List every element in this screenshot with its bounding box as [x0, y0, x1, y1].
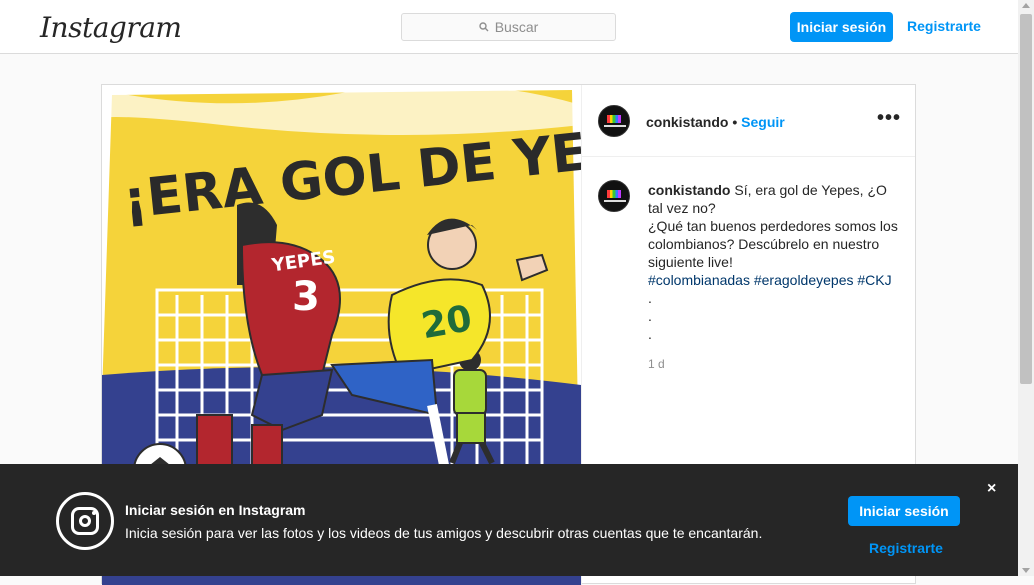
page-scrollbar[interactable] [1018, 0, 1034, 576]
search-icon [479, 22, 489, 32]
avatar-logo-icon [607, 190, 621, 198]
banner-register-link[interactable]: Registrarte [869, 540, 943, 556]
caption-dot: . [648, 308, 652, 324]
yellow-jersey-number: 20 [418, 298, 474, 347]
avatar[interactable] [598, 105, 630, 137]
scroll-up-arrow-icon[interactable] [1022, 3, 1030, 8]
red-jersey-number: 3 [292, 274, 320, 320]
scroll-thumb[interactable] [1020, 14, 1032, 384]
register-link[interactable]: Registrarte [907, 18, 981, 34]
search-input[interactable]: Buscar [401, 13, 616, 41]
caption-dot: . [648, 326, 652, 342]
follow-button[interactable]: Seguir [741, 114, 785, 130]
camera-dot-shape [92, 511, 96, 515]
avatar-text-line [604, 125, 626, 127]
camera-lens-shape [79, 515, 91, 527]
more-horizontal-icon[interactable]: ••• [877, 107, 901, 130]
avatar-text-line [604, 200, 626, 202]
post-caption: conkistando Sí, era gol de Yepes, ¿O tal… [648, 181, 898, 343]
top-navigation-bar: Instagram Buscar Iniciar sesión Registra… [0, 0, 1018, 54]
banner-login-button[interactable]: Iniciar sesión [848, 496, 960, 526]
post-timestamp[interactable]: 1 d [648, 357, 665, 371]
caption-username[interactable]: conkistando [648, 182, 730, 198]
close-icon[interactable]: × [987, 480, 996, 498]
caption-avatar[interactable] [598, 180, 630, 212]
search-placeholder: Buscar [494, 19, 539, 35]
scroll-down-arrow-icon[interactable] [1022, 568, 1030, 573]
banner-title: Iniciar sesión en Instagram [125, 502, 306, 518]
caption-line-2: ¿Qué tan buenos perdedores somos los col… [648, 218, 898, 270]
login-banner: Iniciar sesión en Instagram Inicia sesió… [0, 464, 1018, 576]
post-username: conkistando • Seguir [646, 114, 785, 130]
instagram-camera-icon [56, 492, 114, 550]
avatar-logo-icon [607, 115, 621, 123]
caption-dot: . [648, 290, 652, 306]
caption-hashtags[interactable]: #colombianadas #eragoldeyepes #CKJ [648, 272, 892, 288]
username-link[interactable]: conkistando [646, 114, 728, 130]
instagram-logo[interactable]: Instagram [40, 11, 182, 44]
separator: • [732, 114, 738, 130]
post-header: conkistando • Seguir ••• [582, 85, 915, 157]
login-button[interactable]: Iniciar sesión [790, 12, 893, 42]
banner-text: Inicia sesión para ver las fotos y los v… [125, 525, 763, 541]
